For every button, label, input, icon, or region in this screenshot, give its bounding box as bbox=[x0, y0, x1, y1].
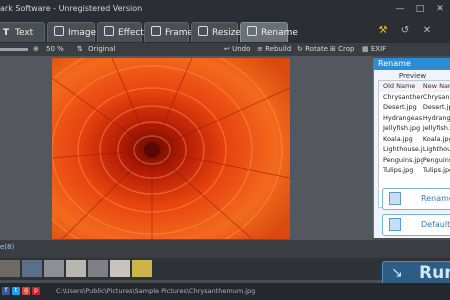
column-header: Old Name bbox=[383, 82, 416, 90]
table-row[interactable]: Koala.jpg Koala.jpg bbox=[379, 134, 450, 145]
rename-file-icon bbox=[389, 192, 401, 205]
table-row[interactable]: Hydrangeas.jpgHydrangeas bbox=[379, 113, 450, 124]
old-name-cell: Lighthouse.jpg bbox=[383, 145, 423, 153]
file-count-label: e(8) bbox=[0, 243, 15, 251]
rebuild-button[interactable]: ≡ Rebuild bbox=[257, 44, 291, 55]
table-row[interactable]: Tulips.jpg Tulips.jpg bbox=[379, 165, 450, 176]
old-name-cell: Chrysanthemum.jpg bbox=[383, 92, 423, 101]
close-tab-icon[interactable]: ✕ bbox=[416, 21, 438, 41]
tab-text[interactable]: T Text bbox=[0, 22, 45, 42]
table-row[interactable]: Penguins.jpgPenguins.jpg bbox=[379, 155, 450, 166]
crop-icon: ⊞ bbox=[330, 45, 336, 53]
pinterest-icon[interactable]: p bbox=[32, 287, 40, 295]
new-name-cell: Tulips.jpg bbox=[422, 166, 450, 174]
file-list-header: e(8) bbox=[0, 240, 450, 258]
crop-button[interactable]: ⊞ Crop bbox=[330, 44, 354, 55]
undo-icon[interactable]: ↺ bbox=[394, 21, 416, 41]
table-row[interactable]: Jellyfish.jpgJellyfish.jpg bbox=[379, 123, 450, 134]
new-name-cell: Hydrangeas bbox=[422, 113, 450, 122]
undo-tb-icon: ↩ bbox=[224, 45, 230, 53]
rename-panel: Rename Preview Old Name New Nam Chrysant… bbox=[373, 58, 450, 238]
original-size-icon[interactable]: ⇅ bbox=[77, 44, 83, 55]
tab-rename[interactable]: Rename bbox=[240, 22, 298, 42]
new-name-cell: Lighthouse bbox=[422, 145, 450, 153]
current-file-path: C:\Users\Public\Pictures\Sample Pictures… bbox=[56, 287, 256, 295]
new-name-cell: Penguins.jpg bbox=[422, 155, 450, 164]
thumbnail[interactable] bbox=[0, 260, 20, 277]
undo-button[interactable]: ↩ Undo bbox=[224, 44, 250, 55]
thumbnail[interactable] bbox=[44, 260, 64, 277]
tab-effect[interactable]: Effect bbox=[97, 22, 144, 42]
tab-image[interactable]: Image bbox=[47, 22, 96, 42]
rotate-button[interactable]: ↻ Rotate bbox=[297, 44, 328, 55]
old-name-cell: Desert.jpg bbox=[383, 103, 417, 111]
tab-frame[interactable]: Frame bbox=[144, 22, 193, 42]
rebuild-icon: ≡ bbox=[257, 45, 263, 53]
title-bar: ark Software - Unregistered Version — □ … bbox=[0, 0, 450, 19]
rename-icon bbox=[247, 26, 257, 36]
old-name-cell: Tulips.jpg bbox=[383, 166, 414, 174]
original-button[interactable]: Original bbox=[88, 44, 115, 55]
old-name-cell: Penguins.jpg bbox=[383, 155, 423, 164]
tools-icon[interactable]: ⚒ bbox=[372, 21, 394, 41]
window-title: ark Software - Unregistered Version bbox=[0, 4, 143, 13]
zoom-slider[interactable] bbox=[0, 48, 28, 51]
rename-button[interactable]: Rename bbox=[382, 188, 450, 210]
flower-image bbox=[52, 58, 290, 239]
exif-button[interactable]: ▦ EXIF bbox=[362, 44, 386, 55]
zoom-level: 50 % bbox=[46, 45, 64, 53]
googleplus-icon[interactable]: g bbox=[22, 287, 30, 295]
thumbnail[interactable] bbox=[132, 260, 152, 277]
old-name-cell: Jellyfish.jpg bbox=[383, 124, 421, 132]
effect-icon bbox=[104, 26, 114, 36]
column-header: New Nam bbox=[422, 82, 450, 90]
twitter-icon[interactable]: t bbox=[12, 287, 20, 295]
frame-icon bbox=[151, 26, 161, 36]
quick-tools: ⚒ ↺ ✕ bbox=[372, 21, 438, 41]
thumbnail[interactable] bbox=[110, 260, 130, 277]
toolbar: ⊕ 50 % ⇅ Original ↩ Undo ≡ Rebuild ↻ Rot… bbox=[0, 43, 450, 56]
image-icon bbox=[54, 26, 64, 36]
text-icon: T bbox=[3, 28, 10, 38]
preview-label: Preview bbox=[398, 72, 427, 80]
exif-icon: ▦ bbox=[362, 45, 369, 53]
new-name-cell: Chrysanthem bbox=[422, 92, 450, 101]
thumbnail[interactable] bbox=[66, 260, 86, 277]
resize-icon bbox=[198, 26, 208, 36]
table-header: Old Name New Nam bbox=[379, 81, 450, 92]
thumbnail[interactable] bbox=[22, 260, 42, 277]
new-name-cell: Koala.jpg bbox=[422, 134, 450, 143]
table-row[interactable]: Desert.jpg Desert.jpg bbox=[379, 102, 450, 113]
run-icon: ↘ bbox=[391, 265, 403, 281]
maximize-icon[interactable]: □ bbox=[410, 0, 430, 19]
table-row[interactable]: Chrysanthemum.jpgChrysanthem bbox=[379, 92, 450, 103]
default-button[interactable]: Default bbox=[382, 214, 450, 236]
default-file-icon bbox=[389, 218, 401, 231]
minimize-icon[interactable]: — bbox=[390, 0, 410, 19]
rotate-icon: ↻ bbox=[297, 45, 303, 53]
old-name-cell: Koala.jpg bbox=[383, 134, 413, 143]
table-row[interactable]: Lighthouse.jpgLighthouse bbox=[379, 144, 450, 155]
run-button[interactable]: ↘ Run bbox=[382, 261, 450, 285]
new-name-cell: Jellyfish.jpg bbox=[422, 124, 450, 132]
close-icon[interactable]: ✕ bbox=[430, 0, 450, 19]
thumbnail[interactable] bbox=[88, 260, 108, 277]
tab-resize[interactable]: Resize bbox=[191, 22, 241, 42]
facebook-icon[interactable]: f bbox=[2, 287, 10, 295]
photo-preview[interactable] bbox=[52, 58, 290, 239]
zoom-in-icon[interactable]: ⊕ bbox=[33, 44, 39, 55]
old-name-cell: Hydrangeas.jpg bbox=[383, 113, 423, 122]
new-name-cell: Desert.jpg bbox=[422, 103, 450, 111]
panel-title: Rename bbox=[374, 58, 450, 70]
